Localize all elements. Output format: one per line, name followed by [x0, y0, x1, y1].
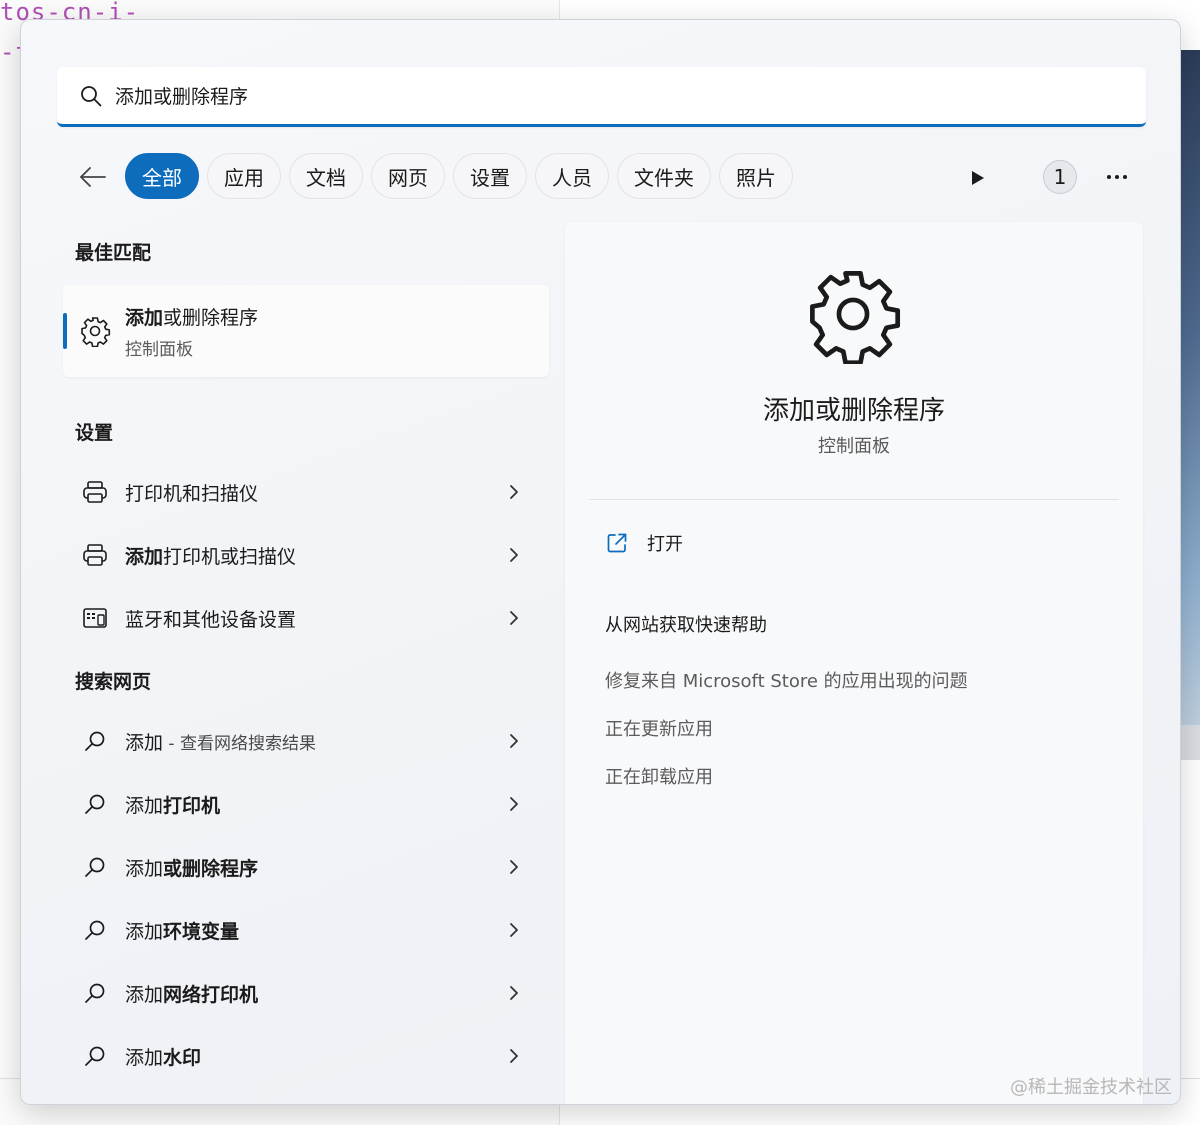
web-result-item[interactable]: 添加 - 查看网络搜索结果: [63, 713, 549, 769]
web-result-label: 添加网络打印机: [125, 984, 259, 1006]
chevron-right-icon: [503, 793, 525, 815]
filter-chip-folders[interactable]: 文件夹: [617, 153, 711, 199]
filter-chips: 全部 应用 文档 网页 设置 人员 文件夹 照片: [125, 153, 793, 199]
filter-chip-settings[interactable]: 设置: [453, 153, 527, 199]
chevron-right-icon: [503, 982, 525, 1004]
search-icon: [81, 790, 109, 818]
web-help-link[interactable]: 从网站获取快速帮助: [605, 611, 767, 637]
web-result-item[interactable]: 添加水印: [63, 1028, 549, 1084]
watermark: @稀土掘金技术社区: [1010, 1077, 1172, 1098]
devices-icon: [81, 604, 109, 632]
search-input[interactable]: [115, 75, 1075, 116]
more-options-button[interactable]: [1101, 161, 1133, 193]
printer-icon: [81, 478, 109, 506]
web-result-item[interactable]: 添加或删除程序: [63, 839, 549, 895]
chevron-right-icon: [503, 919, 525, 941]
search-icon: [81, 979, 109, 1007]
settings-result-label: 打印机和扫描仪: [125, 483, 259, 505]
updating-apps-link[interactable]: 正在更新应用: [605, 715, 713, 741]
back-button[interactable]: [75, 159, 111, 195]
filter-chip-people[interactable]: 人员: [535, 153, 609, 199]
open-action-label: 打开: [647, 534, 683, 555]
web-result-label: 添加打印机: [125, 795, 221, 817]
search-icon: [77, 82, 105, 110]
web-result-item[interactable]: 添加环境变量: [63, 902, 549, 958]
preview-subtitle: 控制面板: [818, 436, 890, 457]
web-result-item[interactable]: 添加打印机: [63, 776, 549, 832]
filter-chip-photos[interactable]: 照片: [719, 153, 793, 199]
chevron-right-icon: [503, 1045, 525, 1067]
web-result-label: 添加 - 查看网络搜索结果: [125, 732, 316, 754]
search-icon: [81, 727, 109, 755]
chevron-right-icon: [503, 730, 525, 752]
chevron-right-icon: [503, 544, 525, 566]
open-action[interactable]: 打开: [605, 530, 683, 556]
count-badge[interactable]: 1: [1043, 160, 1077, 194]
selection-indicator: [63, 313, 67, 349]
settings-result-item[interactable]: 添加打印机或扫描仪: [63, 527, 549, 583]
uninstalling-apps-link[interactable]: 正在卸载应用: [605, 763, 713, 789]
settings-result-label: 添加打印机或扫描仪: [125, 546, 297, 568]
filter-bar: 全部 应用 文档 网页 设置 人员 文件夹 照片 1: [21, 153, 1180, 203]
web-result-item[interactable]: 添加网络打印机: [63, 965, 549, 1021]
search-flyout: 全部 应用 文档 网页 设置 人员 文件夹 照片 1 最佳匹配 添加或删除程序 …: [20, 19, 1181, 1105]
web-result-label: 添加环境变量: [125, 921, 240, 943]
play-icon: [972, 171, 984, 185]
settings-result-item[interactable]: 蓝牙和其他设备设置: [63, 590, 549, 646]
preview-pane: 添加或删除程序 控制面板 打开 从网站获取快速帮助 修复来自 Microsoft…: [565, 222, 1143, 1104]
more-filters-button[interactable]: [963, 163, 993, 193]
search-box[interactable]: [57, 67, 1146, 127]
open-external-icon: [607, 533, 627, 553]
settings-result-item[interactable]: 打印机和扫描仪: [63, 464, 549, 520]
ellipsis-icon: [1107, 175, 1127, 179]
web-result-label: 添加或删除程序: [125, 858, 259, 880]
web-result-label: 添加水印: [125, 1047, 202, 1069]
search-icon: [81, 1042, 109, 1070]
best-match-subtitle: 控制面板: [125, 340, 193, 360]
gear-icon: [810, 271, 901, 364]
settings-heading: 设置: [75, 422, 114, 444]
best-match-title: 添加或删除程序: [125, 307, 259, 329]
best-match-heading: 最佳匹配: [75, 242, 152, 264]
search-icon: [81, 853, 109, 881]
preview-divider: [589, 499, 1119, 500]
background-window-edge: [1180, 725, 1200, 760]
filter-chip-apps[interactable]: 应用: [207, 153, 281, 199]
web-search-heading: 搜索网页: [75, 671, 152, 693]
best-match-item[interactable]: 添加或删除程序 控制面板: [63, 285, 549, 377]
settings-result-label: 蓝牙和其他设备设置: [125, 609, 297, 631]
filter-chip-web[interactable]: 网页: [371, 153, 445, 199]
chevron-right-icon: [503, 481, 525, 503]
background-wallpaper: [1180, 50, 1200, 760]
arrow-left-icon: [80, 167, 106, 187]
printer-icon: [81, 541, 109, 569]
search-icon: [81, 916, 109, 944]
fix-apps-link[interactable]: 修复来自 Microsoft Store 的应用出现的问题: [605, 667, 968, 693]
preview-title: 添加或删除程序: [762, 396, 945, 426]
filter-chip-documents[interactable]: 文档: [289, 153, 363, 199]
filter-chip-all[interactable]: 全部: [125, 153, 199, 199]
chevron-right-icon: [503, 607, 525, 629]
gear-icon: [81, 317, 111, 347]
chevron-right-icon: [503, 856, 525, 878]
